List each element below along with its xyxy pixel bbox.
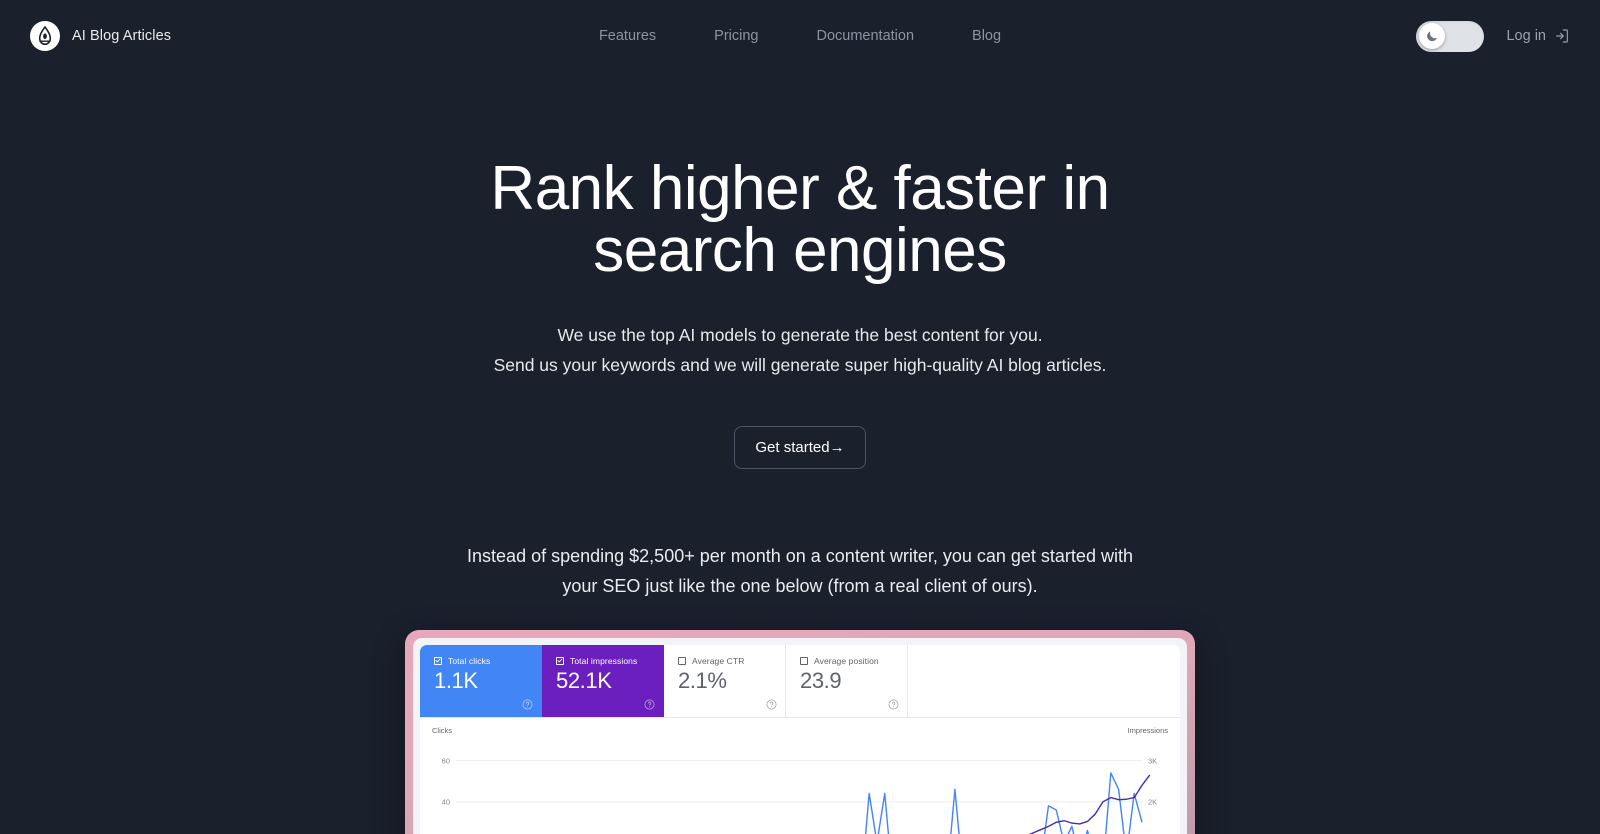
chart-right-axis-label: Impressions (1127, 725, 1168, 735)
metric-card-total-impressions[interactable]: Total impressions 52.1K (542, 644, 664, 717)
help-icon[interactable] (766, 699, 777, 710)
cta-container: Get started→ (0, 426, 1600, 470)
metric-label: Total clicks (448, 655, 491, 666)
help-icon[interactable] (644, 699, 655, 710)
brand-logo-link[interactable]: AI Blog Articles (30, 21, 171, 51)
checkbox-unchecked-icon[interactable] (800, 656, 808, 665)
login-arrow-icon (1556, 29, 1568, 43)
metric-value: 2.1% (678, 667, 727, 693)
hero-subtitle-line-2: Send us your keywords and we will genera… (493, 355, 1107, 376)
rocket-droplet-logo-icon (30, 21, 60, 51)
svg-text:40: 40 (442, 797, 450, 806)
dark-mode-toggle[interactable] (1416, 20, 1485, 52)
metric-header: Total impressions (556, 656, 651, 666)
dashboard-frame: Total clicks 1.1K Total impressions 52.1… (405, 629, 1195, 834)
metric-label: Average position (814, 655, 879, 666)
checkbox-checked-icon[interactable] (434, 656, 442, 665)
metric-card-average-ctr[interactable]: Average CTR 2.1% (664, 644, 786, 717)
metric-card-average-position[interactable]: Average position 23.9 (786, 644, 908, 717)
metric-row-filler (908, 645, 1180, 717)
header-actions: Log in (1416, 20, 1570, 52)
nav-link-features[interactable]: Features (599, 28, 656, 44)
metric-value: 52.1K (556, 667, 612, 693)
svg-text:2K: 2K (1148, 797, 1157, 806)
help-icon[interactable] (522, 699, 533, 710)
main-content: Rank higher & faster in search engines W… (0, 72, 1600, 834)
nav-link-documentation[interactable]: Documentation (817, 28, 915, 44)
hero-title-line-2: search engines (593, 216, 1007, 285)
page-title: Rank higher & faster in search engines (420, 158, 1180, 282)
hero-subtitle-line-1: We use the top AI models to generate the… (557, 325, 1043, 345)
hero-title-line-1: Rank higher & faster in (490, 154, 1110, 223)
hero-subtitle: We use the top AI models to generate the… (0, 320, 1600, 380)
svg-text:3K: 3K (1148, 756, 1157, 765)
svg-text:60: 60 (442, 756, 450, 765)
help-icon[interactable] (888, 699, 899, 710)
nav-link-blog[interactable]: Blog (972, 28, 1001, 44)
search-console-card: Total clicks 1.1K Total impressions 52.1… (420, 644, 1180, 834)
dashboard-screenshot: Total clicks 1.1K Total impressions 52.1… (405, 629, 1195, 834)
chart-left-axis-label: Clicks (432, 725, 452, 735)
toggle-knob (1419, 23, 1446, 49)
site-header: AI Blog Articles Features Pricing Docume… (0, 0, 1600, 72)
metric-card-total-clicks[interactable]: Total clicks 1.1K (420, 644, 542, 717)
checkbox-checked-icon[interactable] (556, 656, 564, 665)
login-link[interactable]: Log in (1506, 28, 1570, 44)
pitch-line-1: Instead of spending $2,500+ per month on… (467, 546, 1133, 567)
chart-canvas: 603K402K201K (442, 756, 1157, 834)
login-label: Log in (1506, 28, 1546, 44)
checkbox-unchecked-icon[interactable] (678, 656, 686, 665)
performance-chart: Clicks Impressions 603K402K201K (420, 718, 1180, 834)
metric-label: Total impressions (570, 655, 638, 666)
brand-name: AI Blog Articles (72, 28, 172, 44)
metric-header: Average position (800, 656, 895, 666)
moon-icon (1427, 31, 1438, 42)
metric-value: 1.1K (434, 667, 478, 693)
metric-header: Average CTR (678, 656, 773, 666)
metric-header: Total clicks (434, 656, 529, 666)
main-nav: Features Pricing Documentation Blog (599, 28, 1001, 44)
get-started-button[interactable]: Get started→ (734, 426, 866, 470)
pitch-text: Instead of spending $2,500+ per month on… (0, 541, 1600, 601)
metric-value: 23.9 (800, 667, 842, 693)
metric-label: Average CTR (692, 655, 745, 666)
pitch-line-2: your SEO just like the one below (from a… (562, 576, 1038, 597)
hero-section: Rank higher & faster in search engines W… (0, 72, 1600, 602)
nav-link-pricing[interactable]: Pricing (714, 28, 758, 44)
dashboard-inner-frame: Total clicks 1.1K Total impressions 52.1… (413, 637, 1187, 834)
metric-cards-row: Total clicks 1.1K Total impressions 52.1… (420, 644, 1180, 718)
